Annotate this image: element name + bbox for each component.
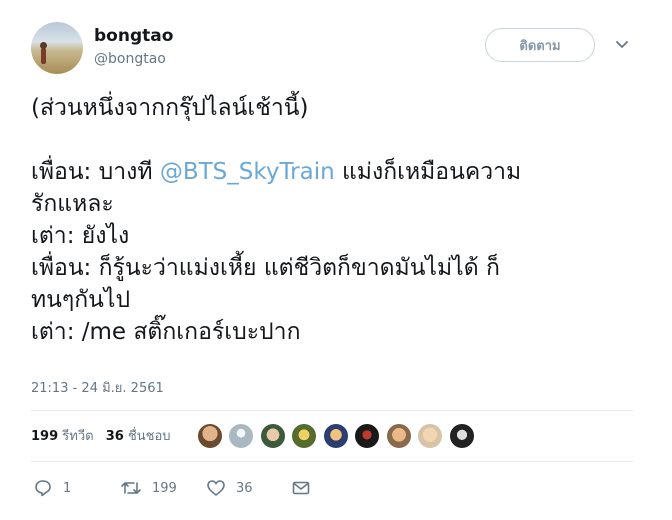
tweet-line: (ส่วนหนึ่งจากกรุ๊ปไลน์เช้านี้) [31, 95, 309, 121]
reply-button[interactable]: 1 [33, 478, 71, 498]
tweet-line: เต่า: ยังไง [31, 223, 130, 249]
liker-avatar[interactable] [291, 423, 317, 449]
tweet-line: รักแหละ [31, 191, 114, 217]
tweet-line-suffix: แม่งก็เหมือนความ [334, 159, 522, 185]
like-stat[interactable]: 36 ชื่นชอบ [106, 429, 171, 444]
direct-message-button[interactable] [291, 478, 311, 498]
heart-icon [206, 478, 226, 498]
chevron-down-icon[interactable] [614, 36, 630, 52]
tweet-line: เต่า: /me สติ๊กเกอร์เบะปาก [31, 319, 301, 345]
retweet-stat-count: 199 [31, 429, 59, 444]
retweet-count: 199 [152, 480, 177, 496]
avatar[interactable] [31, 22, 83, 74]
liker-avatar[interactable] [228, 423, 254, 449]
tweet-line-prefix: เพื่อน: บางที [31, 159, 160, 185]
tweet-line: ทนๆกันไป [31, 287, 131, 313]
username[interactable]: @bongtao [94, 51, 166, 67]
liker-avatar[interactable] [260, 423, 286, 449]
envelope-icon [291, 478, 311, 498]
retweet-button[interactable]: 199 [120, 478, 177, 498]
display-name[interactable]: bongtao [94, 26, 173, 46]
liker-avatar[interactable] [197, 423, 223, 449]
tweet-header: bongtao @bongtao ติดตาม [31, 22, 641, 74]
liker-avatar[interactable] [449, 423, 475, 449]
reply-icon [33, 478, 53, 498]
avatar-figure [40, 42, 47, 64]
follow-button[interactable]: ติดตาม [485, 28, 595, 62]
divider [31, 461, 633, 462]
like-button[interactable]: 36 [206, 478, 253, 498]
liker-avatar[interactable] [417, 423, 443, 449]
liker-avatar[interactable] [386, 423, 412, 449]
retweet-stat[interactable]: 199 รีทวีต [31, 429, 94, 444]
retweet-icon [120, 478, 142, 498]
liker-avatar[interactable] [323, 423, 349, 449]
tweet-line: เพื่อน: ก็รู้นะว่าแม่งเหี้ย แต่ชีวิตก็ขา… [31, 255, 500, 281]
divider [31, 410, 633, 411]
timestamp[interactable]: 21:13 - 24 มิ.ย. 2561 [31, 377, 164, 398]
mention-link[interactable]: @BTS_SkyTrain [160, 159, 335, 185]
like-stat-count: 36 [105, 429, 124, 444]
tweet-line: เพื่อน: บางที @BTS_SkyTrain แม่งก็เหมือน… [31, 156, 641, 188]
liker-avatar[interactable] [354, 423, 380, 449]
reply-count: 1 [63, 480, 72, 496]
engagement-stats: 199 รีทวีต 36 ชื่นชอบ [31, 425, 179, 446]
like-count: 36 [236, 480, 253, 496]
tweet-actions: 1 199 36 [31, 478, 351, 500]
like-stat-label: ชื่นชอบ [127, 429, 171, 444]
tweet-text: (ส่วนหนึ่งจากกรุ๊ปไลน์เช้านี้) เพื่อน: บ… [31, 92, 641, 348]
retweet-stat-label: รีทวีต [62, 429, 94, 444]
